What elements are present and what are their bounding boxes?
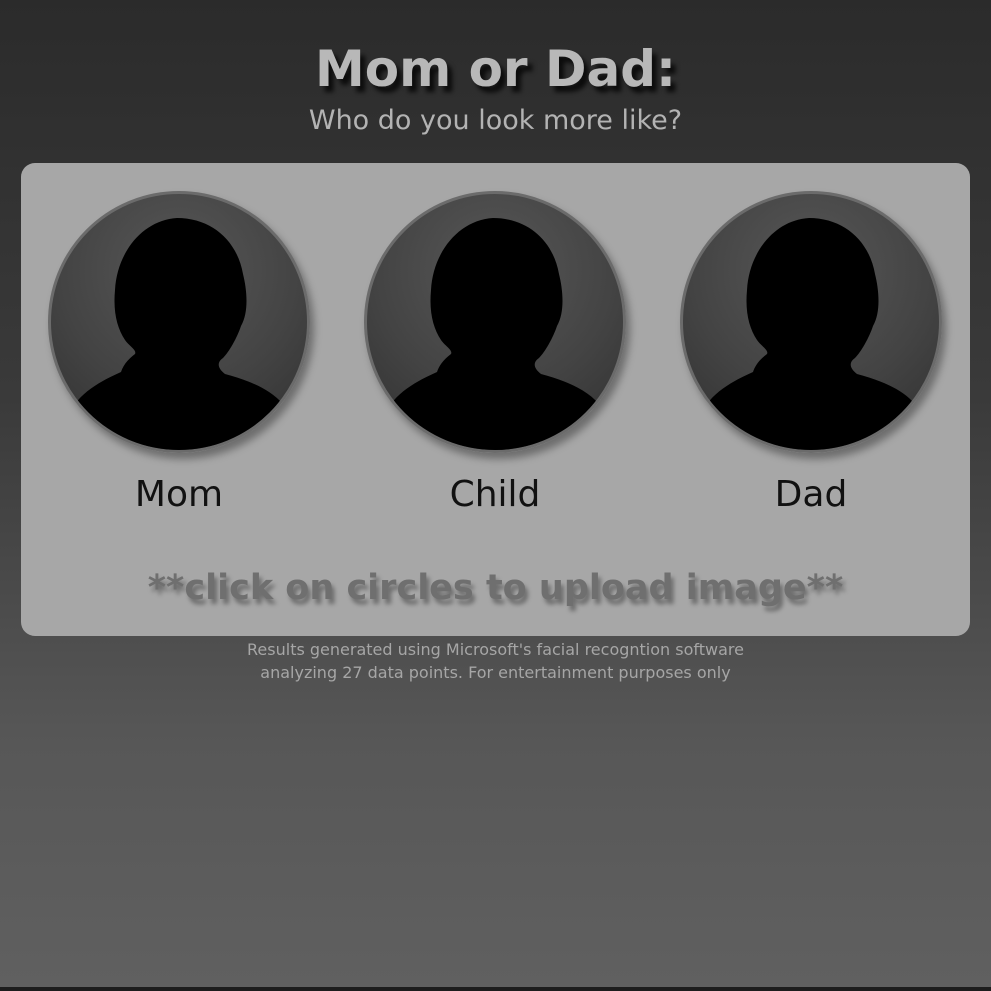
mom-upload-circle[interactable] <box>48 191 310 453</box>
person-silhouette-icon <box>703 218 919 450</box>
mom-label: Mom <box>134 474 224 515</box>
page-subtitle: Who do you look more like? <box>308 105 683 136</box>
child-label: Child <box>449 474 541 515</box>
child-upload-circle[interactable] <box>364 191 626 453</box>
mom-slot: Mom <box>48 191 310 517</box>
person-silhouette-icon <box>387 218 603 450</box>
disclaimer: Results generated using Microsoft's faci… <box>0 638 991 684</box>
bottom-edge <box>0 987 991 991</box>
dad-label: Dad <box>774 474 848 515</box>
upload-instruction: **click on circles to upload image** <box>147 568 844 608</box>
person-silhouette-icon <box>71 218 287 450</box>
disclaimer-line-1: Results generated using Microsoft's faci… <box>247 640 744 659</box>
dad-slot: Dad <box>680 191 942 517</box>
page-title: Mom or Dad: <box>314 40 677 98</box>
dad-upload-circle[interactable] <box>680 191 942 453</box>
disclaimer-line-2: analyzing 27 data points. For entertainm… <box>260 663 731 682</box>
child-slot: Child <box>364 191 626 517</box>
page: { "header": { "title": "Mom or Dad:", "s… <box>0 0 991 991</box>
upload-panel: Mom Child Dad **click on circles to uplo… <box>21 163 970 636</box>
